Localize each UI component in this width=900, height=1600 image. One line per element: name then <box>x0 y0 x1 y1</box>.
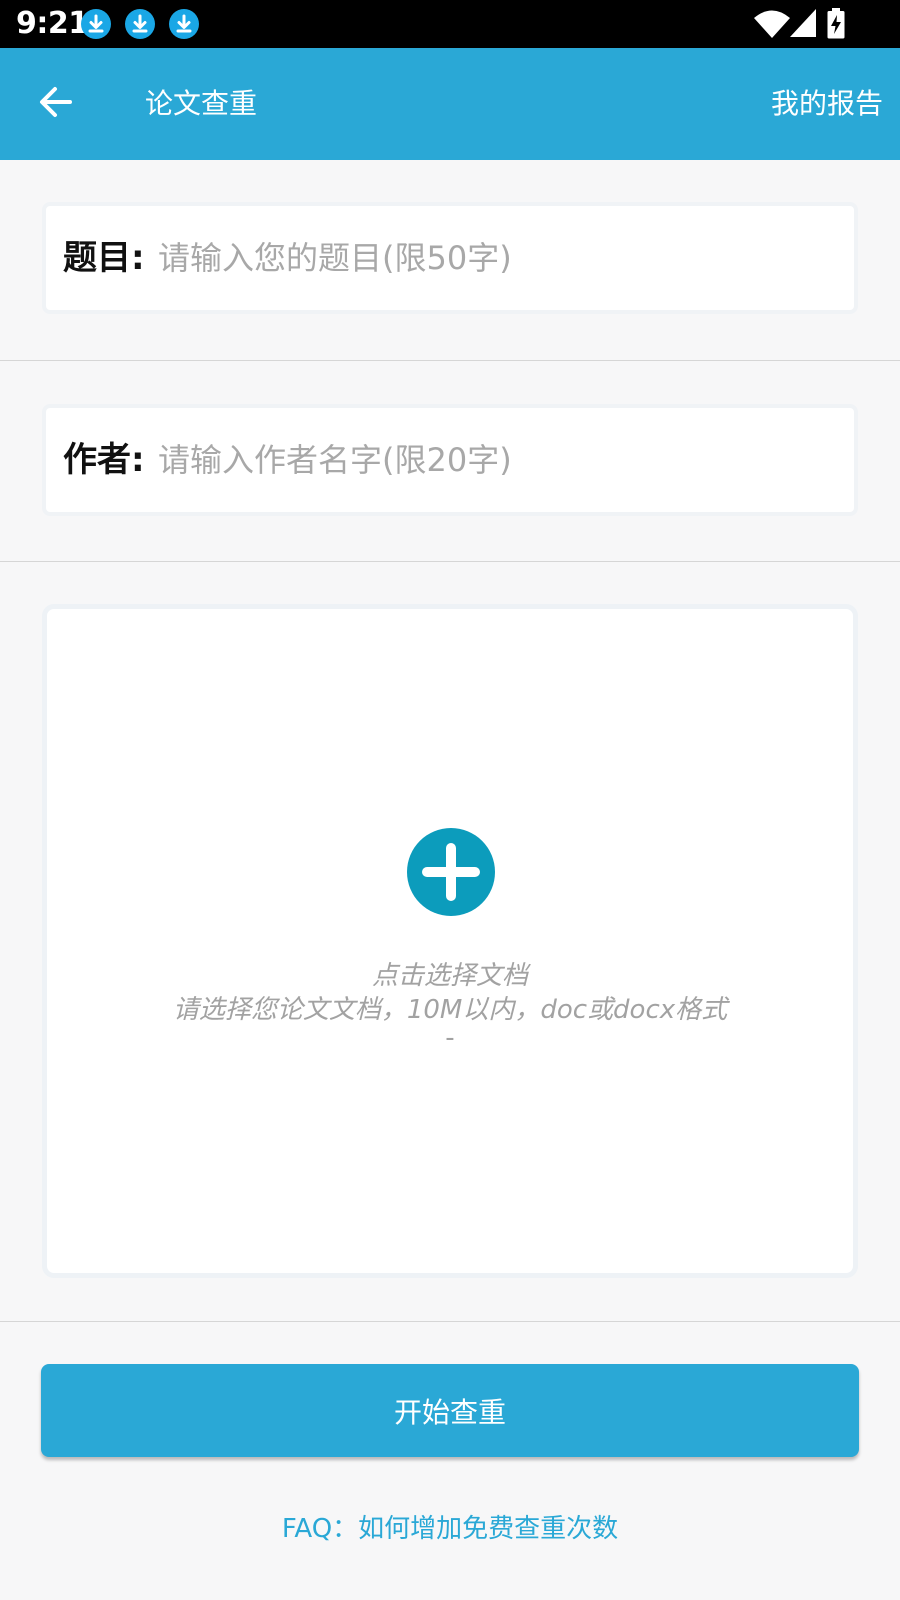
app-bar: 论文查重 我的报告 <box>0 48 900 160</box>
download-icon <box>125 9 155 39</box>
start-check-button[interactable]: 开始查重 <box>41 1364 859 1457</box>
faq-link[interactable]: FAQ：如何增加免费查重次数 <box>0 1508 900 1545</box>
title-input[interactable] <box>158 206 848 310</box>
author-section: 作者: <box>0 361 900 562</box>
upload-hint-filename: - <box>445 1023 455 1053</box>
download-icon <box>81 9 111 39</box>
title-section: 题目: <box>0 160 900 361</box>
cellular-signal-icon <box>790 9 816 37</box>
title-field-card: 题目: <box>42 202 858 314</box>
wifi-icon <box>754 10 790 38</box>
download-icon <box>169 9 199 39</box>
status-time: 9:21 <box>16 6 89 41</box>
my-reports-button[interactable]: 我的报告 <box>771 48 883 160</box>
author-label: 作者: <box>63 440 145 480</box>
plus-circle-icon <box>407 828 495 916</box>
document-upload-area[interactable]: 点击选择文档 请选择您论文文档，10M以内，doc或docx格式 - <box>42 604 858 1278</box>
status-bar: 9:21 <box>0 0 900 48</box>
upload-hint-title: 点击选择文档 <box>371 961 528 991</box>
title-label: 题目: <box>63 238 145 278</box>
author-input[interactable] <box>158 408 848 512</box>
page-title: 论文查重 <box>145 87 258 120</box>
arrow-left-icon[interactable] <box>36 82 76 122</box>
author-field-card: 作者: <box>42 404 858 516</box>
upload-hint-description: 请选择您论文文档，10M以内，doc或docx格式 <box>172 995 728 1025</box>
battery-charging-icon <box>827 8 845 39</box>
